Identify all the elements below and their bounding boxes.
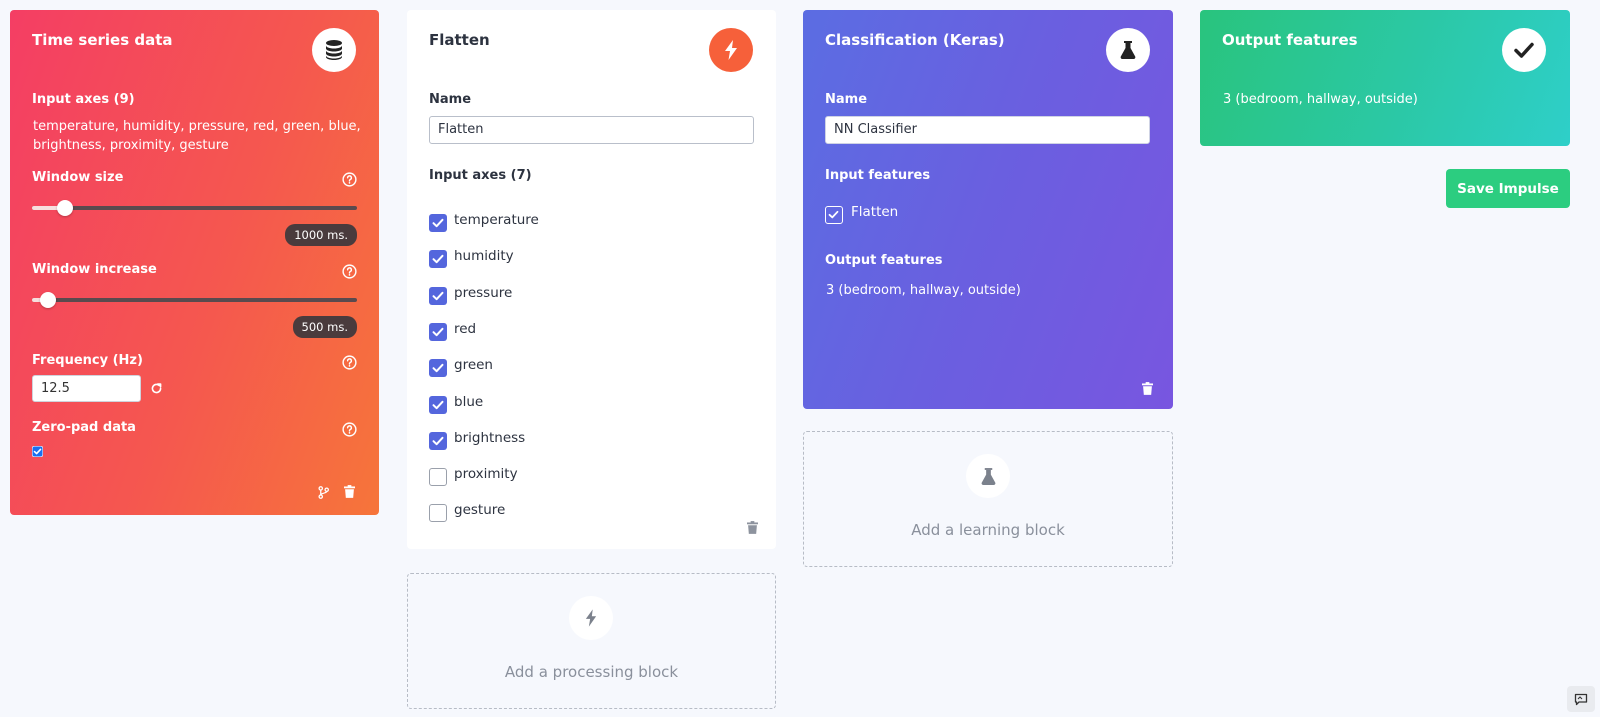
zero-pad-checkbox[interactable] bbox=[32, 446, 43, 457]
add-learning-block[interactable]: Add a learning block bbox=[803, 431, 1173, 567]
axis-label-green: green bbox=[454, 357, 493, 374]
flatten-name-label: Name bbox=[429, 92, 472, 107]
frequency-label: Frequency (Hz) bbox=[32, 353, 143, 368]
input-axes-list-line1: temperature, humidity, pressure, red, gr… bbox=[33, 119, 361, 134]
add-learning-block-label: Add a learning block bbox=[911, 521, 1065, 539]
axis-label-humidity: humidity bbox=[454, 248, 514, 265]
flatten-input-axes-label: Input axes (7) bbox=[429, 168, 532, 183]
chat-icon bbox=[1574, 693, 1588, 705]
output-features-value: 3 (bedroom, hallway, outside) bbox=[826, 283, 1021, 298]
flatten-title: Flatten bbox=[429, 31, 490, 49]
axis-checkbox-proximity[interactable] bbox=[429, 468, 447, 487]
flask-icon bbox=[966, 454, 1010, 498]
help-icon[interactable] bbox=[342, 172, 357, 187]
window-size-label: Window size bbox=[32, 170, 124, 185]
flatten-name-input[interactable]: Flatten bbox=[429, 116, 754, 144]
axis-label-temperature: temperature bbox=[454, 212, 539, 228]
help-icon[interactable] bbox=[342, 264, 357, 279]
feedback-button[interactable] bbox=[1567, 686, 1595, 712]
axis-checkbox-blue[interactable] bbox=[429, 395, 447, 414]
check-icon bbox=[1502, 28, 1546, 72]
trash-icon[interactable] bbox=[1142, 382, 1153, 395]
axis-checkbox-humidity[interactable] bbox=[429, 250, 447, 269]
help-icon[interactable] bbox=[342, 355, 357, 370]
classification-name-label: Name bbox=[825, 92, 868, 107]
window-increase-value: 500 ms. bbox=[292, 316, 357, 338]
window-size-value: 1000 ms. bbox=[285, 224, 357, 246]
flatten-block: Flatten Name Flatten Input axes (7) temp… bbox=[407, 10, 776, 549]
axis-label-pressure: pressure bbox=[454, 284, 513, 301]
axis-checkbox-green[interactable] bbox=[429, 359, 447, 378]
add-processing-block-label: Add a processing block bbox=[504, 663, 679, 681]
fork-icon[interactable] bbox=[318, 486, 329, 499]
axis-label-gesture: gesture bbox=[454, 502, 506, 519]
zero-pad-label: Zero-pad data bbox=[32, 420, 136, 435]
window-increase-slider-handle[interactable] bbox=[40, 292, 56, 308]
classification-name-input[interactable]: NN Classifier bbox=[825, 116, 1150, 144]
axis-checkbox-brightness[interactable] bbox=[429, 431, 447, 450]
window-increase-slider[interactable] bbox=[32, 292, 357, 308]
axis-label-proximity: proximity bbox=[454, 466, 518, 483]
window-size-slider[interactable] bbox=[32, 200, 357, 216]
classification-title: Classification (Keras) bbox=[825, 31, 1005, 49]
output-features-label: Output features bbox=[825, 253, 943, 268]
frequency-input[interactable]: 12.5 bbox=[32, 375, 141, 402]
window-size-slider-handle[interactable] bbox=[57, 200, 73, 216]
output-features-value: 3 (bedroom, hallway, outside) bbox=[1223, 92, 1418, 107]
save-impulse-button[interactable]: Save Impulse bbox=[1446, 169, 1570, 208]
trash-icon[interactable] bbox=[747, 521, 758, 534]
input-axes-list-line2: brightness, proximity, gesture bbox=[33, 138, 229, 153]
lightning-icon bbox=[569, 596, 613, 640]
axis-label-blue: blue bbox=[454, 393, 484, 410]
time-series-title: Time series data bbox=[32, 31, 173, 49]
refresh-icon[interactable] bbox=[150, 382, 163, 395]
axis-checkbox-pressure[interactable] bbox=[429, 286, 447, 305]
add-processing-block[interactable]: Add a processing block bbox=[407, 573, 776, 709]
input-axes-label: Input axes (9) bbox=[32, 92, 135, 107]
help-icon[interactable] bbox=[342, 422, 357, 437]
input-features-label: Input features bbox=[825, 168, 931, 183]
lightning-icon bbox=[709, 28, 753, 72]
time-series-block: Time series data Input axes (9) temperat… bbox=[10, 10, 379, 515]
axis-checkbox-temperature[interactable] bbox=[429, 214, 447, 232]
axis-checkbox-red[interactable] bbox=[429, 322, 447, 341]
axis-checkbox-gesture[interactable] bbox=[429, 504, 447, 523]
axis-label-brightness: brightness bbox=[454, 429, 526, 446]
output-features-block: Output features 3 (bedroom, hallway, out… bbox=[1200, 10, 1570, 146]
window-increase-label: Window increase bbox=[32, 262, 157, 277]
flask-icon bbox=[1106, 28, 1150, 72]
classification-block: Classification (Keras) Name NN Classifie… bbox=[803, 10, 1173, 409]
output-title: Output features bbox=[1222, 31, 1358, 49]
axis-label-red: red bbox=[454, 320, 477, 337]
input-feature-checkbox[interactable] bbox=[825, 206, 843, 224]
input-feature-label: Flatten bbox=[851, 204, 899, 220]
database-icon bbox=[312, 28, 356, 72]
trash-icon[interactable] bbox=[344, 485, 355, 498]
